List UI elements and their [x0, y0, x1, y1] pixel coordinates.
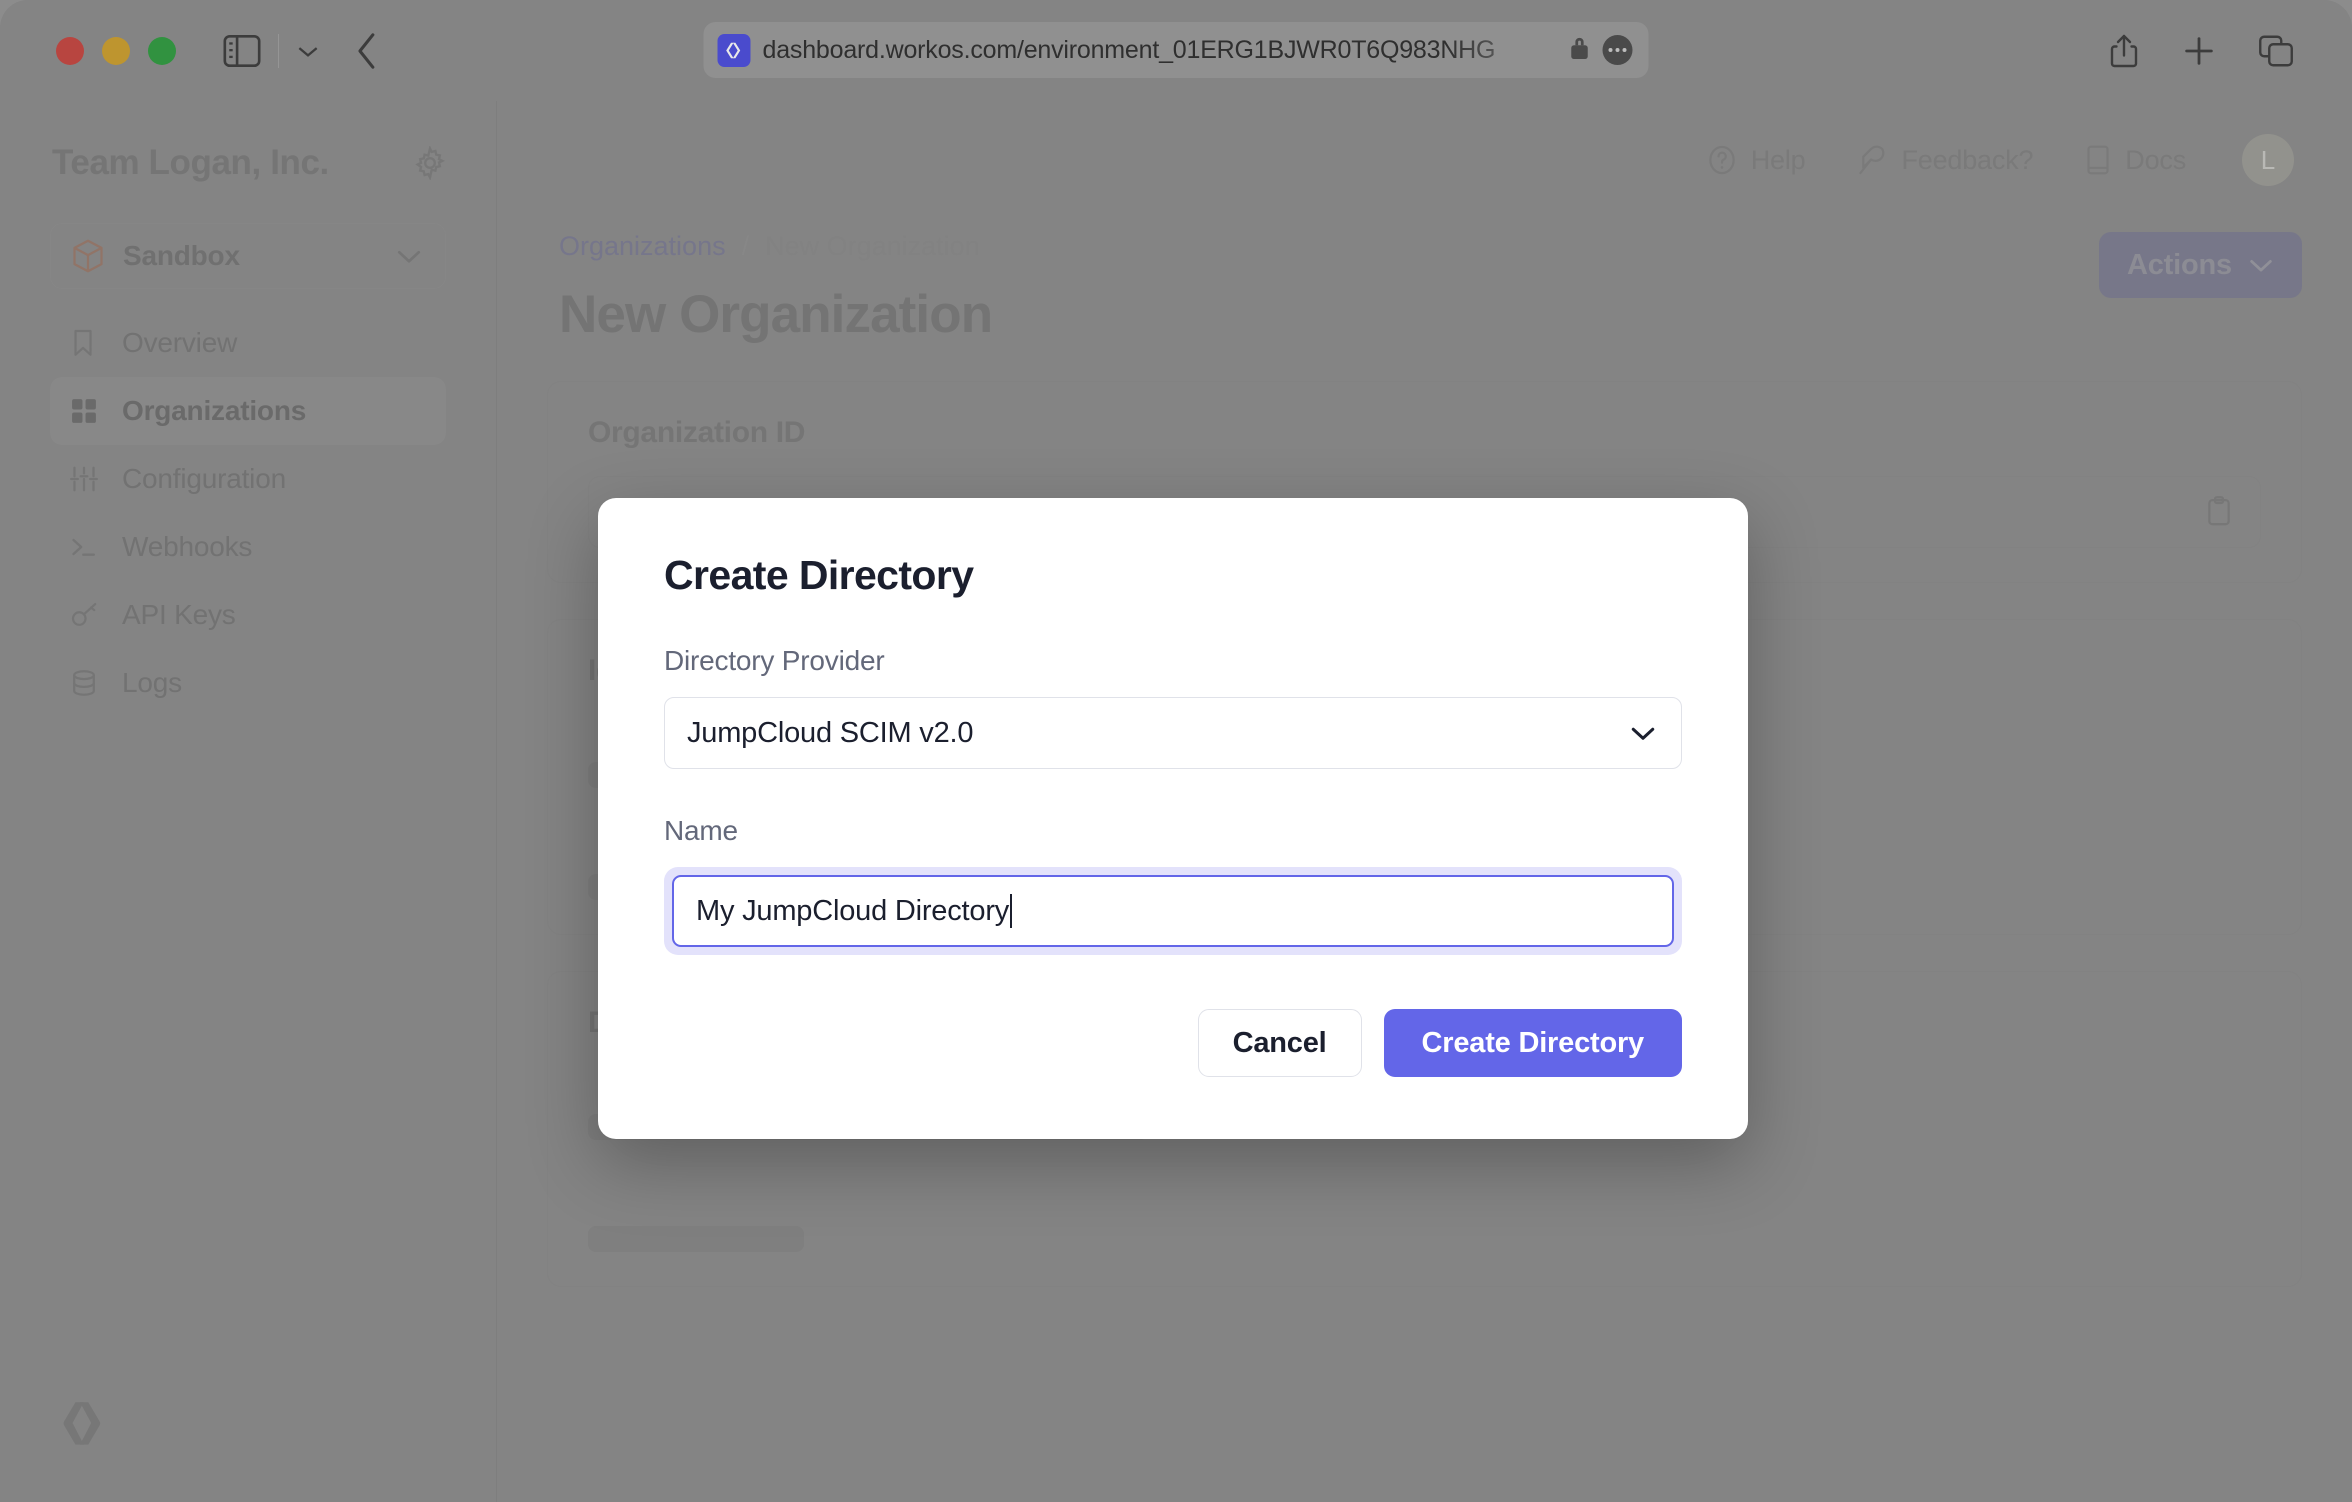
- directory-provider-selected-value: JumpCloud SCIM v2.0: [687, 717, 1629, 750]
- chevron-down-icon: [1629, 724, 1657, 742]
- name-input-focus-ring: My JumpCloud Directory: [664, 867, 1682, 955]
- directory-provider-field: Directory Provider JumpCloud SCIM v2.0: [664, 645, 1682, 769]
- modal-action-row: Cancel Create Directory: [664, 1009, 1682, 1077]
- cancel-button[interactable]: Cancel: [1198, 1009, 1362, 1077]
- name-field: Name My JumpCloud Directory: [664, 815, 1682, 955]
- desktop-background: dashboard.workos.com/environment_01ERG1B…: [0, 0, 2352, 1502]
- directory-provider-select[interactable]: JumpCloud SCIM v2.0: [664, 697, 1682, 769]
- directory-provider-label: Directory Provider: [664, 645, 1682, 677]
- browser-window: dashboard.workos.com/environment_01ERG1B…: [0, 0, 2352, 1502]
- name-label: Name: [664, 815, 1682, 847]
- name-input[interactable]: My JumpCloud Directory: [672, 875, 1674, 947]
- text-caret: [1010, 894, 1012, 928]
- create-directory-button[interactable]: Create Directory: [1384, 1009, 1682, 1077]
- name-input-value: My JumpCloud Directory: [696, 895, 1009, 928]
- modal-title: Create Directory: [664, 552, 1682, 599]
- create-directory-modal: Create Directory Directory Provider Jump…: [598, 498, 1748, 1139]
